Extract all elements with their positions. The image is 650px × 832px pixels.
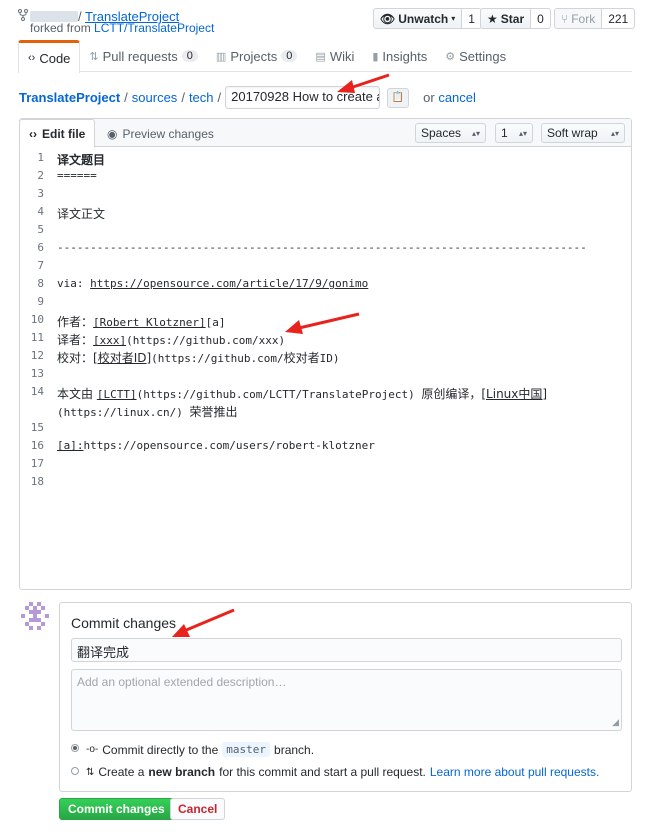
annotation-arrow-translator: [285, 312, 360, 334]
annotation-arrow-filename: [337, 73, 390, 93]
annotation-arrows: [172, 73, 390, 637]
annotation-arrow-commit-summary: [172, 608, 235, 637]
